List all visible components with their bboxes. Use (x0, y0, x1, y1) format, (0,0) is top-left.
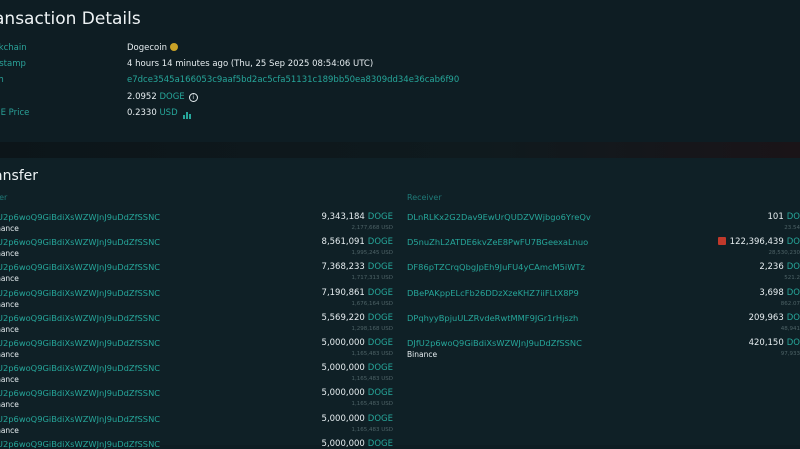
receiver-address-link[interactable]: D5nuZhL2ATDE6kvZeE8PwFU7BGeexaLnuo (407, 237, 588, 247)
warning-flag-icon (718, 237, 726, 245)
sender-entity: inance (0, 300, 19, 309)
receiver-column-header: Receiver (407, 193, 442, 202)
receiver-amount: 101DO (768, 212, 800, 222)
sender-usd-value: 1,298,168 USD (352, 326, 394, 332)
sender-usd-value: 1,717,313 USD (352, 275, 394, 281)
transaction-details-panel: ansaction Details ckchain Dogecoin estam… (0, 0, 800, 142)
detail-label: GE Price (0, 108, 29, 118)
detail-label: sh (0, 75, 4, 85)
sender-entity: inance (0, 224, 19, 233)
sender-address-link[interactable]: fU2p6woQ9GiBdiXsWZWJnJ9uDdZfSSNC (0, 313, 160, 323)
sender-entity: inance (0, 325, 19, 334)
sender-address-link[interactable]: fU2p6woQ9GiBdiXsWZWJnJ9uDdZfSSNC (0, 414, 160, 424)
detail-value: Dogecoin (127, 43, 178, 53)
sender-amount: 7,190,861DOGE (322, 288, 393, 298)
sender-amount: 8,561,091DOGE (322, 237, 393, 247)
receiver-address-link[interactable]: DBePAKppELcFb26DDzXzeKHZ7iiFLtX8P9 (407, 288, 579, 298)
sender-amount: 5,000,000DOGE (322, 338, 393, 348)
sender-address-link[interactable]: fU2p6woQ9GiBdiXsWZWJnJ9uDdZfSSNC (0, 439, 160, 449)
sender-amount: 5,000,000DOGE (322, 439, 393, 449)
receiver-usd-value: 23.54 (784, 225, 800, 231)
sender-entity: inance (0, 375, 19, 384)
detail-value: 4 hours 14 minutes ago (Thu, 25 Sep 2025… (127, 59, 373, 69)
receiver-usd-value: 862.07 (781, 301, 800, 307)
detail-value: 2.0952 DOGEi (127, 92, 198, 102)
receiver-usd-value: 48,941 (781, 326, 800, 332)
sender-usd-value: 1,165,483 USD (352, 376, 394, 382)
receiver-address-link[interactable]: DJfU2p6woQ9GiBdiXsWZWJnJ9uDdZfSSNC (407, 338, 582, 348)
receiver-amount: 420,150DO (749, 338, 800, 348)
sender-entity: inance (0, 350, 19, 359)
sender-column-header: der (0, 193, 7, 202)
sender-amount: 5,569,220DOGE (322, 313, 393, 323)
receiver-usd-value: 521.2 (784, 275, 800, 281)
transfer-panel (0, 158, 800, 445)
sender-amount: 7,368,233DOGE (322, 262, 393, 272)
sender-usd-value: 1,165,483 USD (352, 427, 394, 433)
sender-address-link[interactable]: fU2p6woQ9GiBdiXsWZWJnJ9uDdZfSSNC (0, 212, 160, 222)
transfer-title: ansfer (0, 168, 38, 184)
sender-address-link[interactable]: fU2p6woQ9GiBdiXsWZWJnJ9uDdZfSSNC (0, 237, 160, 247)
price-chart-icon[interactable] (183, 109, 192, 119)
sender-usd-value: 1,995,245 USD (352, 250, 394, 256)
sender-address-link[interactable]: fU2p6woQ9GiBdiXsWZWJnJ9uDdZfSSNC (0, 288, 160, 298)
dogecoin-icon (170, 43, 178, 51)
sender-address-link[interactable]: fU2p6woQ9GiBdiXsWZWJnJ9uDdZfSSNC (0, 363, 160, 373)
page-title: ansaction Details (0, 9, 141, 29)
sender-usd-value: 1,165,483 USD (352, 351, 394, 357)
sender-usd-value: 1,165,483 USD (352, 401, 394, 407)
sender-entity: inance (0, 400, 19, 409)
sender-amount: 5,000,000DOGE (322, 363, 393, 373)
receiver-address-link[interactable]: DF86pTZCrqQbgJpEh9JuFU4yCAmcM5iWTz (407, 262, 585, 272)
section-divider (0, 142, 800, 158)
info-icon[interactable]: i (189, 93, 198, 102)
sender-address-link[interactable]: fU2p6woQ9GiBdiXsWZWJnJ9uDdZfSSNC (0, 388, 160, 398)
sender-address-link[interactable]: fU2p6woQ9GiBdiXsWZWJnJ9uDdZfSSNC (0, 262, 160, 272)
sender-amount: 5,000,000DOGE (322, 388, 393, 398)
receiver-entity: Binance (407, 350, 437, 359)
detail-value: 0.2330 USD (127, 108, 192, 119)
sender-entity: inance (0, 249, 19, 258)
sender-address-link[interactable]: fU2p6woQ9GiBdiXsWZWJnJ9uDdZfSSNC (0, 338, 160, 348)
sender-amount: 5,000,000DOGE (322, 414, 393, 424)
receiver-amount: 209,963DO (749, 313, 800, 323)
receiver-address-link[interactable]: DPqhyyBpjuULZRvdeRwtMMF9JGr1rHjszh (407, 313, 578, 323)
sender-amount: 9,343,184DOGE (322, 212, 393, 222)
sender-entity: inance (0, 274, 19, 283)
receiver-usd-value: 97,933 (781, 351, 800, 357)
detail-label: ckchain (0, 43, 27, 53)
receiver-amount: 2,236DO (759, 262, 800, 272)
hash-link[interactable]: e7dce3545a166053c9aaf5bd2ac5cfa51131c189… (127, 75, 459, 85)
sender-usd-value: 1,676,164 USD (352, 301, 394, 307)
sender-entity: inance (0, 426, 19, 435)
receiver-usd-value: 28,530,230 (769, 250, 800, 256)
receiver-amount: 3,698DO (759, 288, 800, 298)
sender-usd-value: 2,177,668 USD (352, 225, 394, 231)
detail-label: estamp (0, 59, 26, 69)
receiver-address-link[interactable]: DLnRLKx2G2Dav9EwUrQUDZVWjbgo6YreQv (407, 212, 591, 222)
receiver-amount: 122,396,439DO (718, 237, 800, 247)
